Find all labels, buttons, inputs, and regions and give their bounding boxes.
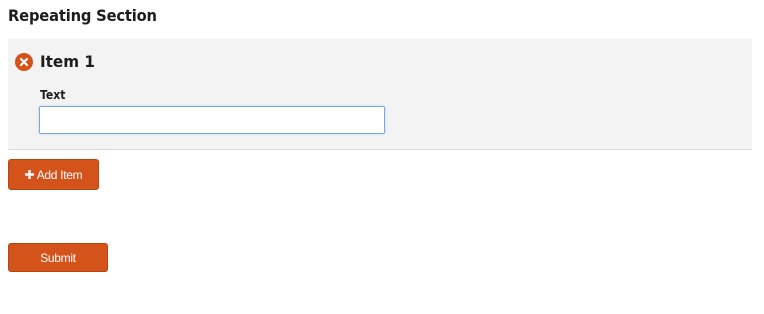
text-input[interactable]: [39, 106, 385, 134]
submit-button[interactable]: Submit: [8, 243, 108, 272]
add-item-label: Add Item: [36, 167, 83, 182]
remove-circle-icon: [19, 57, 29, 67]
remove-item-button[interactable]: [15, 53, 33, 71]
section-title: Repeating Section: [8, 6, 157, 25]
repeat-item: Item 1 Text: [8, 39, 752, 150]
text-field-label: Text: [40, 88, 66, 102]
add-item-button[interactable]: Add Item: [8, 159, 99, 190]
plus-icon: [24, 168, 34, 182]
item-title: Item 1: [40, 52, 95, 71]
submit-label: Submit: [40, 250, 76, 265]
